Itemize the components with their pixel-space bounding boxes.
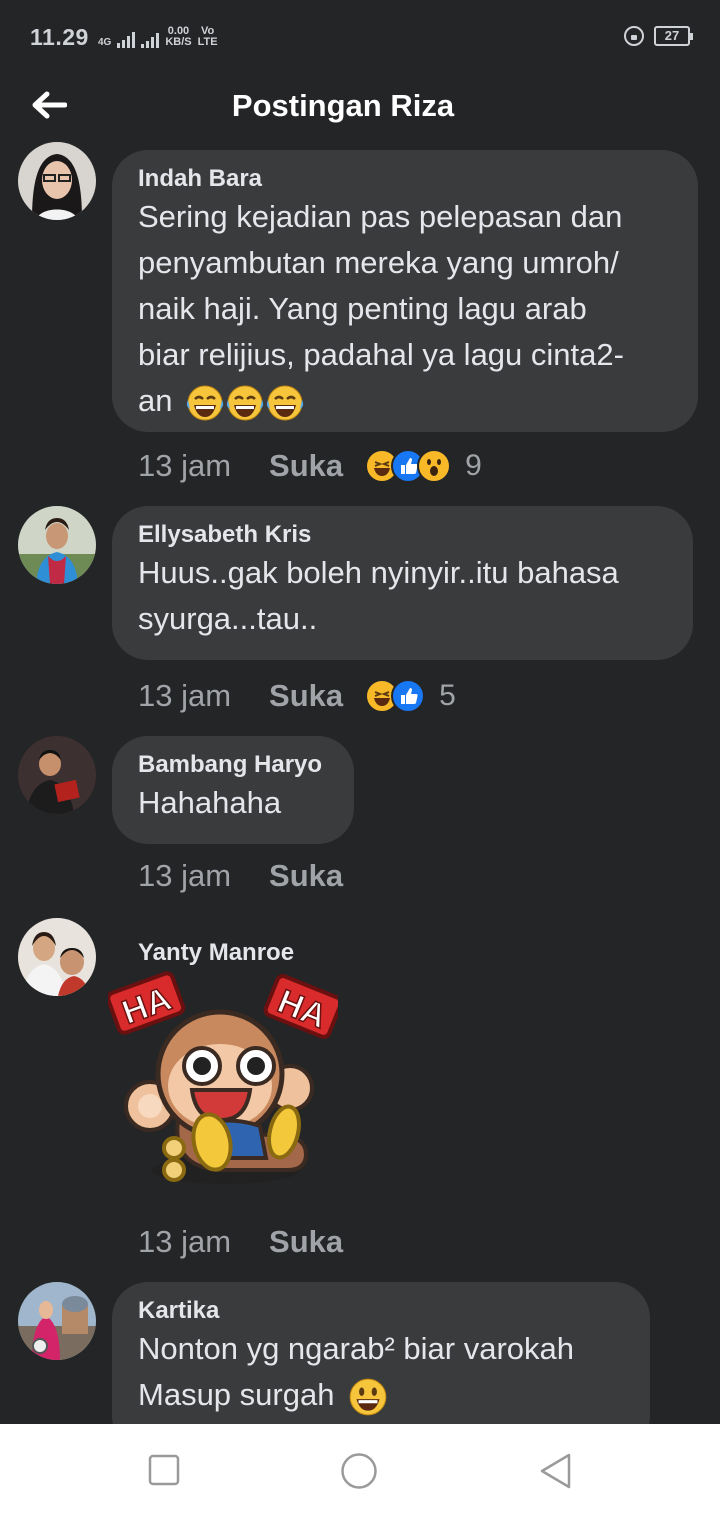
- comment-bubble[interactable]: Indah Bara Sering kejadian pas pelepasan…: [112, 150, 698, 432]
- avatar[interactable]: [18, 506, 96, 584]
- rotation-lock-icon: [624, 26, 644, 46]
- avatar-image: [18, 918, 96, 996]
- comment-list: Indah Bara Sering kejadian pas pelepasan…: [0, 140, 720, 1424]
- home-button[interactable]: [340, 1452, 378, 1495]
- comment-line: an: [138, 383, 173, 418]
- comment-line: naik haji. Yang penting lagu arab: [138, 291, 587, 326]
- comment-bubble[interactable]: Ellysabeth Kris Huus..gak boleh nyinyir.…: [112, 506, 693, 660]
- network-type: 4G: [98, 37, 112, 48]
- reaction-summary[interactable]: 5: [365, 679, 456, 713]
- comment-line: Nonton yg ngarab² biar varokah: [138, 1331, 574, 1366]
- system-nav-bar: [0, 1424, 720, 1520]
- avatar[interactable]: [18, 142, 96, 220]
- page-title: Postingan Riza: [231, 88, 455, 123]
- like-button[interactable]: Suka: [269, 448, 343, 484]
- battery-icon: 27: [654, 26, 693, 46]
- square-icon: [148, 1454, 180, 1486]
- network-speed: 0.00 KB/S: [165, 26, 191, 48]
- avatar[interactable]: [18, 918, 96, 996]
- nav-back-button[interactable]: [538, 1452, 572, 1495]
- comment-line: penyambutan mereka yang umroh/: [138, 245, 619, 280]
- comment-meta: 13 jam Suka 5: [138, 678, 456, 714]
- tears-of-joy-emoji: [186, 385, 304, 421]
- comment-author[interactable]: Yanty Manroe: [138, 938, 294, 968]
- comment-line: syurga...tau..: [138, 601, 318, 636]
- triangle-back-icon: [540, 1453, 571, 1489]
- status-bar: 11.29 4G 0.00 KB/S Vo LTE 27: [0, 0, 720, 76]
- avatar-image: [18, 1282, 96, 1360]
- like-button[interactable]: Suka: [269, 1224, 343, 1260]
- comment-time[interactable]: 13 jam: [138, 448, 231, 484]
- like-button[interactable]: Suka: [269, 858, 343, 894]
- comment-bubble[interactable]: Bambang Haryo Hahahaha: [112, 736, 354, 844]
- comment-line: Masup surgah: [138, 1377, 335, 1412]
- comment-author[interactable]: Indah Bara: [138, 164, 672, 194]
- comment-text: Sering kejadian pas pelepasan dan penyam…: [138, 194, 672, 424]
- comment-time[interactable]: 13 jam: [138, 678, 231, 714]
- comment-author[interactable]: Kartika: [138, 1296, 624, 1326]
- comment-line-last: an: [138, 378, 672, 424]
- app-header: Postingan Riza: [0, 76, 720, 138]
- comment-author[interactable]: Bambang Haryo: [138, 750, 328, 780]
- like-reaction-icon: [391, 679, 426, 713]
- comment-line: biar relijius, padahal ya lagu cinta2-: [138, 337, 624, 372]
- comment-meta: 13 jam Suka: [138, 858, 343, 894]
- comment-meta: 13 jam Suka 9: [138, 448, 482, 484]
- comment-author[interactable]: Ellysabeth Kris: [138, 520, 667, 550]
- avatar-image: [18, 506, 96, 584]
- status-time: 11.29: [30, 24, 89, 50]
- comment-text: Nonton yg ngarab² biar varokah Masup sur…: [138, 1326, 624, 1418]
- avatar-image: [18, 142, 96, 220]
- status-right: 27: [624, 26, 693, 46]
- reaction-count: 9: [465, 449, 482, 482]
- wow-reaction-icon: [417, 449, 452, 483]
- comment-line: Sering kejadian pas pelepasan dan: [138, 199, 623, 234]
- volte-bottom: LTE: [197, 36, 218, 48]
- comment-time[interactable]: 13 jam: [138, 1224, 231, 1260]
- comment-line: Huus..gak boleh nyinyir..itu bahasa: [138, 555, 619, 590]
- status-network: 4G 0.00 KB/S Vo LTE: [98, 26, 218, 48]
- reaction-count: 5: [439, 679, 456, 712]
- comment-text: Hahahaha: [138, 780, 328, 826]
- comment-meta: 13 jam Suka: [138, 1224, 343, 1260]
- signal-icon: [117, 32, 136, 48]
- comment-bubble[interactable]: Kartika Nonton yg ngarab² biar varokah M…: [112, 1282, 650, 1424]
- speed-unit: KB/S: [165, 36, 192, 48]
- recents-button[interactable]: [148, 1454, 180, 1491]
- comment-line-last: Masup surgah: [138, 1372, 624, 1418]
- comment-line: Hahahaha: [138, 785, 282, 820]
- volte-indicator: Vo LTE: [198, 26, 218, 48]
- avatar[interactable]: [18, 1282, 96, 1360]
- like-button[interactable]: Suka: [269, 678, 343, 714]
- comment-text: Huus..gak boleh nyinyir..itu bahasa syur…: [138, 550, 667, 642]
- reaction-summary[interactable]: 9: [365, 449, 482, 483]
- signal-icon-2: [141, 32, 160, 48]
- avatar-image: [18, 736, 96, 814]
- avatar[interactable]: [18, 736, 96, 814]
- circle-icon: [341, 1453, 377, 1489]
- laughing-monkey-sticker[interactable]: HA HA: [108, 970, 338, 1200]
- grinning-face-emoji: [349, 1378, 387, 1416]
- comment-time[interactable]: 13 jam: [138, 858, 231, 894]
